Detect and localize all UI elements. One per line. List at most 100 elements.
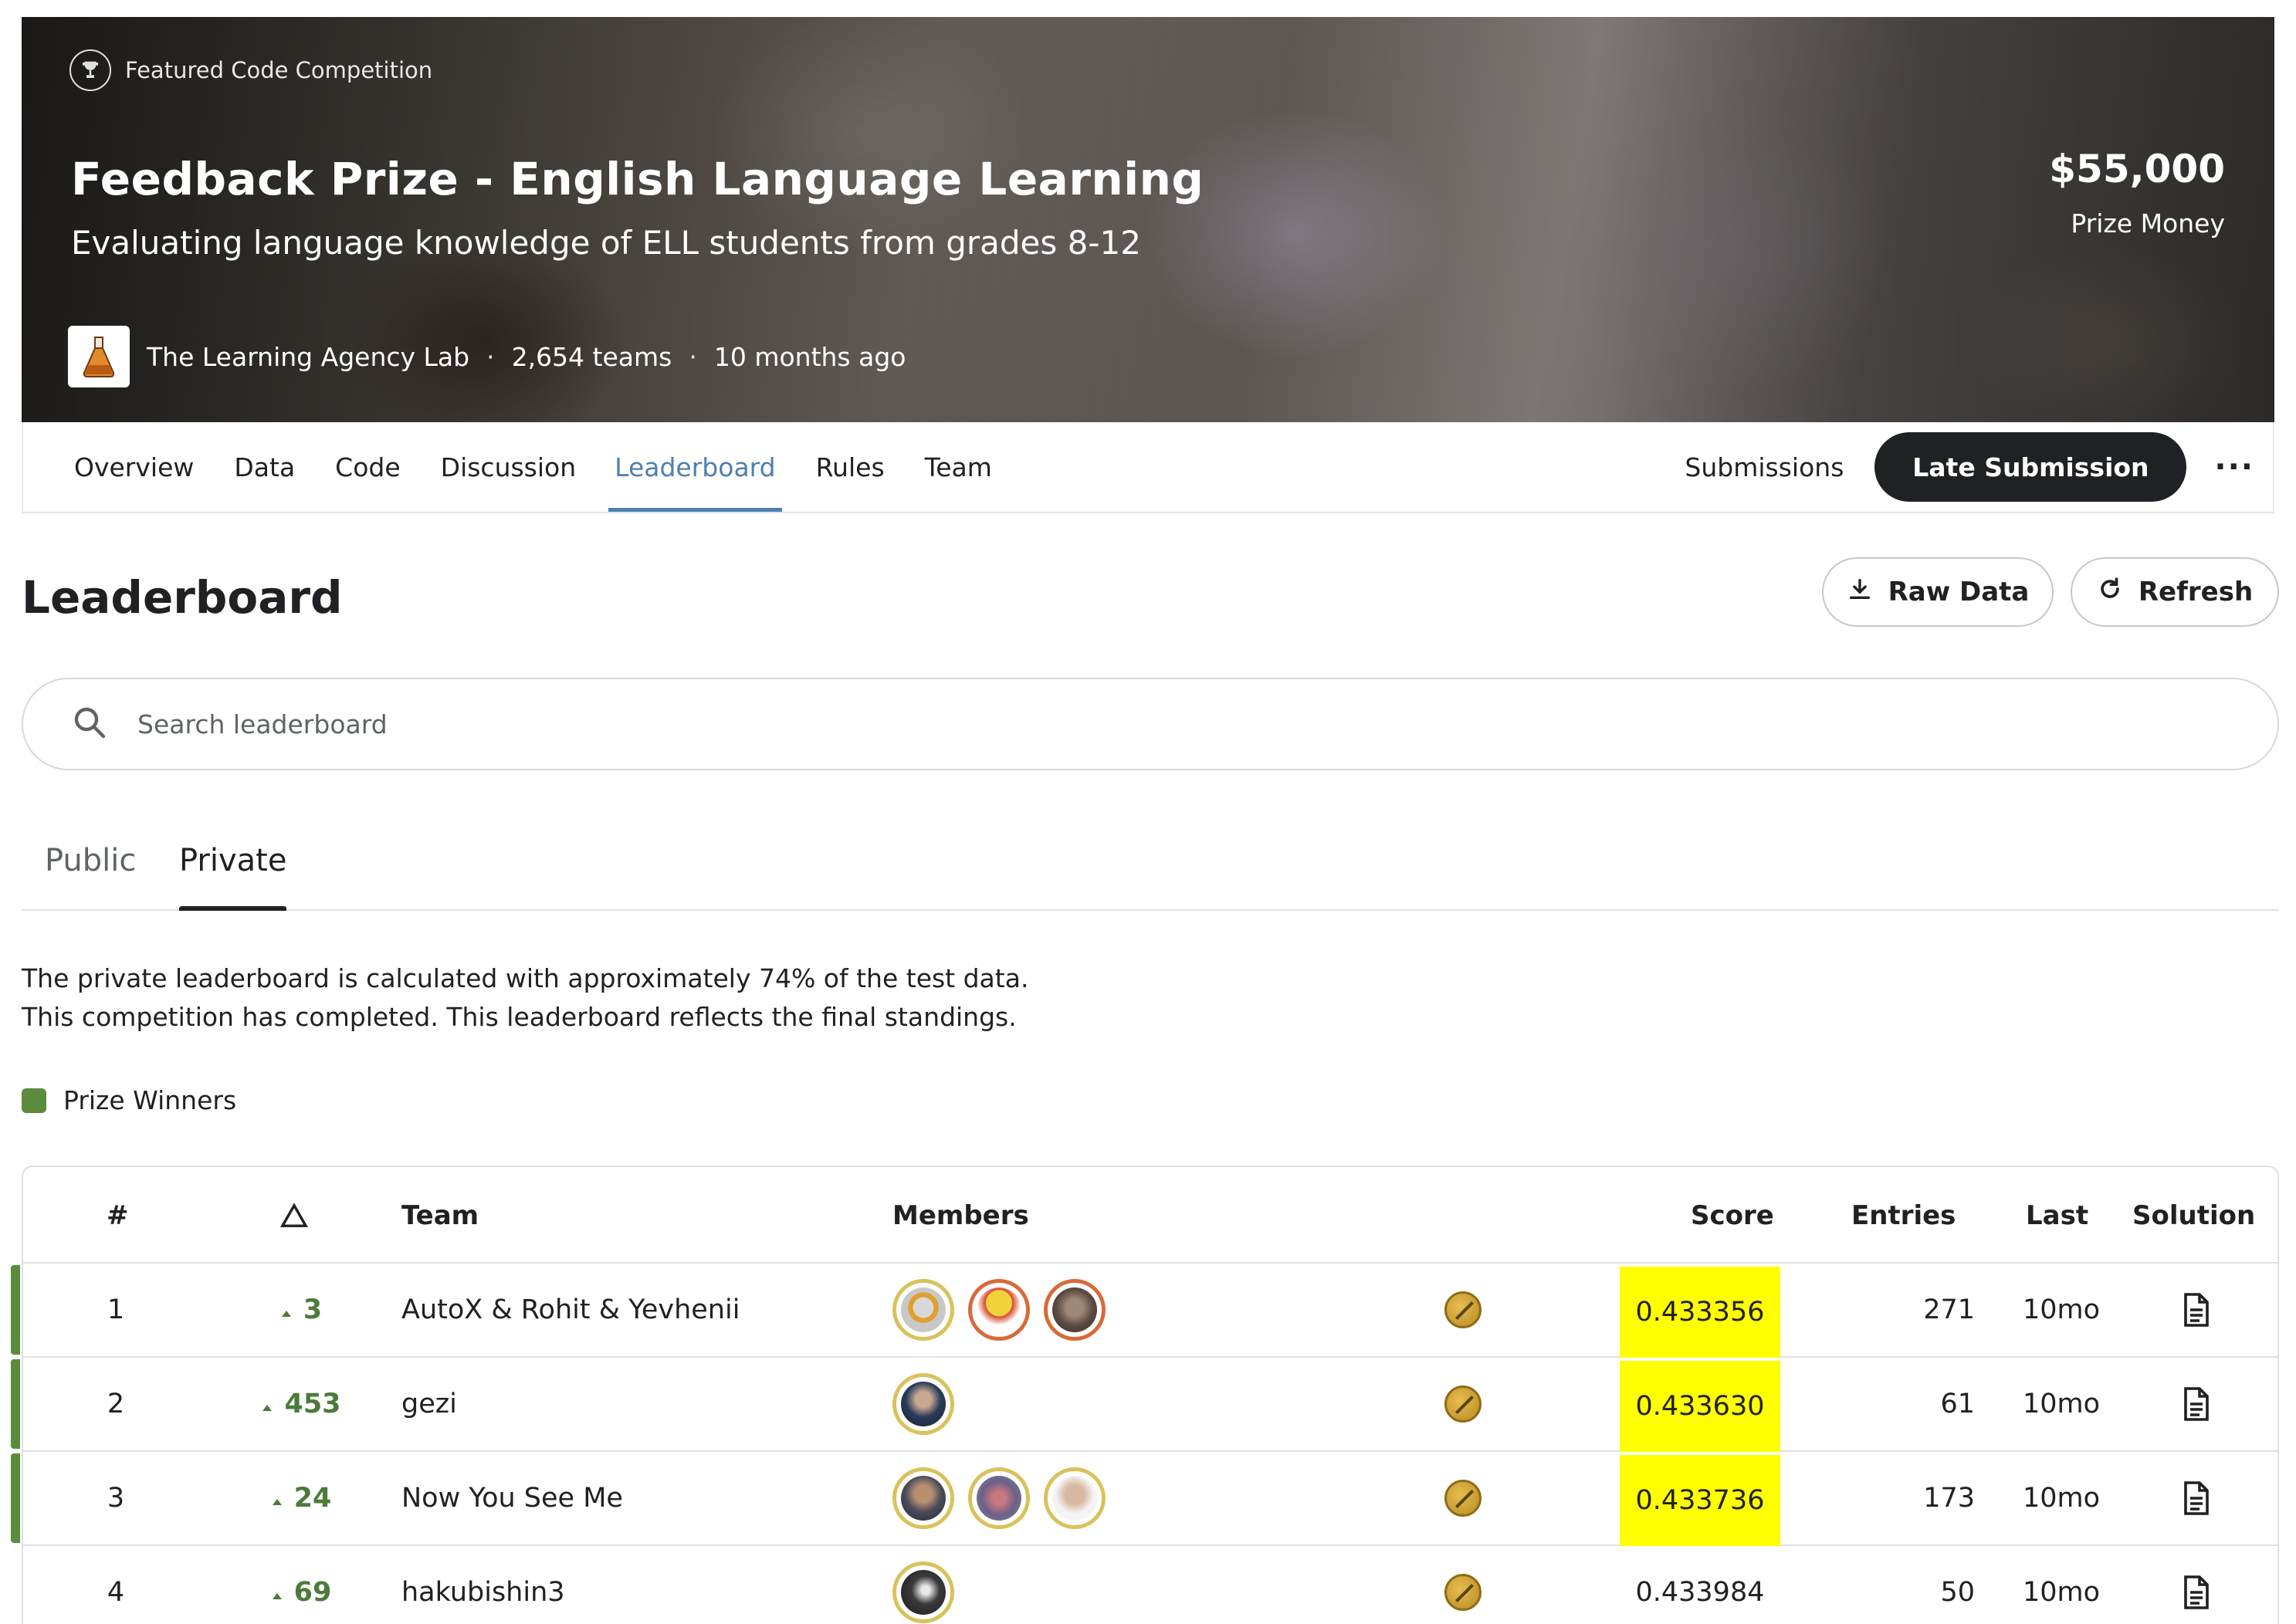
- member-avatar[interactable]: [1044, 1467, 1106, 1529]
- member-avatar[interactable]: [892, 1467, 954, 1529]
- raw-data-button[interactable]: Raw Data: [1822, 557, 2054, 627]
- prize-amount: $55,000: [2049, 147, 2225, 191]
- header-solution: Solution: [2132, 1199, 2256, 1231]
- arrow-up-icon: [271, 1577, 283, 1608]
- members-cell: [892, 1452, 1356, 1544]
- prize-block: $55,000 Prize Money: [2049, 147, 2225, 239]
- delta-cell: 24: [208, 1452, 394, 1544]
- member-avatar[interactable]: [892, 1561, 954, 1623]
- score-cell: 0.433736: [1620, 1455, 1780, 1546]
- info-line-1: The private leaderboard is calculated wi…: [22, 963, 1029, 993]
- score-cell: 0.433984: [1635, 1577, 1765, 1608]
- tab-public[interactable]: Public: [45, 843, 136, 909]
- team-name[interactable]: gezi: [401, 1358, 865, 1450]
- leaderboard-tabs: Public Private: [22, 834, 2279, 911]
- separator-dot: ·: [689, 341, 697, 372]
- search-bar[interactable]: Search leaderboard: [22, 678, 2279, 770]
- table-row[interactable]: 3 24 Now You See Me 0.433736 173 10mo: [11, 1452, 2277, 1546]
- nav-tabs: Overview Data Code Discussion Leaderboar…: [23, 422, 992, 512]
- tab-code[interactable]: Code: [335, 422, 400, 512]
- tab-private[interactable]: Private: [179, 843, 287, 911]
- delta-value: 453: [284, 1389, 341, 1419]
- header-members: Members: [892, 1199, 1029, 1231]
- team-name[interactable]: AutoX & Rohit & Yevhenii: [401, 1264, 865, 1356]
- header-rank[interactable]: #: [107, 1167, 129, 1264]
- arrow-up-icon: [280, 1294, 293, 1325]
- header-delta-icon[interactable]: [279, 1167, 309, 1264]
- last-cell: 10mo: [2022, 1483, 2101, 1514]
- competition-nav: Overview Data Code Discussion Leaderboar…: [22, 422, 2274, 513]
- header-entries[interactable]: Entries: [1851, 1167, 1956, 1264]
- header-team[interactable]: Team: [401, 1167, 479, 1264]
- score-cell: 0.433630: [1620, 1361, 1780, 1452]
- gold-medal-icon: [1428, 1452, 1498, 1544]
- member-avatar[interactable]: [1044, 1279, 1106, 1341]
- table-row[interactable]: 4 69 hakubishin3 0.433984 50 10mo: [23, 1546, 2277, 1624]
- rank-cell: 3: [107, 1483, 125, 1514]
- prize-winners-legend: Prize Winners: [22, 1085, 236, 1115]
- tab-data[interactable]: Data: [234, 422, 295, 512]
- refresh-label: Refresh: [2138, 577, 2254, 607]
- refresh-button[interactable]: Refresh: [2071, 557, 2279, 627]
- members-cell: [892, 1264, 1356, 1356]
- competition-title: Feedback Prize - English Language Learni…: [71, 153, 1204, 205]
- team-name[interactable]: Now You See Me: [401, 1452, 865, 1544]
- rank-cell: 1: [107, 1294, 125, 1325]
- member-avatar[interactable]: [892, 1279, 954, 1341]
- members-cell: [892, 1546, 1356, 1624]
- table-row[interactable]: 2 453 gezi 0.433630 61 10mo: [11, 1358, 2277, 1452]
- delta-value: 69: [293, 1577, 332, 1608]
- arrow-up-icon: [261, 1389, 273, 1419]
- host-name[interactable]: The Learning Agency Lab: [147, 342, 469, 372]
- last-cell: 10mo: [2022, 1294, 2101, 1325]
- member-avatar[interactable]: [892, 1373, 954, 1435]
- competition-type-badge: Featured Code Competition: [69, 49, 432, 91]
- tab-discussion[interactable]: Discussion: [441, 422, 577, 512]
- legend-swatch: [22, 1088, 46, 1113]
- nav-actions: Submissions Late Submission ···: [1685, 422, 2254, 512]
- gold-medal-icon: [1428, 1264, 1498, 1356]
- team-count: 2,654 teams: [511, 341, 672, 372]
- delta-value: 3: [303, 1294, 323, 1325]
- tab-team[interactable]: Team: [925, 422, 992, 512]
- badge-label: Featured Code Competition: [125, 57, 433, 83]
- header-last[interactable]: Last: [2026, 1167, 2088, 1264]
- table-row[interactable]: 1 3 AutoX & Rohit & Yevhenii 0.433356 27…: [11, 1264, 2277, 1358]
- header-score[interactable]: Score: [1691, 1167, 1774, 1264]
- tab-rules[interactable]: Rules: [816, 422, 885, 512]
- delta-value: 24: [293, 1483, 332, 1514]
- trophy-icon: [69, 49, 111, 91]
- score-cell: 0.433356: [1620, 1267, 1780, 1358]
- submissions-link[interactable]: Submissions: [1685, 452, 1844, 482]
- delta-cell: 3: [208, 1264, 394, 1356]
- host-logo[interactable]: [68, 326, 130, 387]
- time-ago: 10 months ago: [713, 341, 906, 372]
- more-options-icon[interactable]: ···: [2214, 449, 2254, 485]
- member-avatar[interactable]: [968, 1467, 1030, 1529]
- late-submission-button[interactable]: Late Submission: [1874, 432, 2187, 502]
- leaderboard-table: # Team Members Score Entries Last Soluti…: [11, 1166, 2279, 1624]
- download-icon: [1847, 576, 1873, 609]
- entries-cell: 50: [1940, 1577, 1975, 1608]
- delta-cell: 69: [208, 1546, 394, 1624]
- refresh-icon: [2097, 576, 2123, 609]
- tab-leaderboard[interactable]: Leaderboard: [608, 422, 783, 512]
- last-cell: 10mo: [2022, 1577, 2101, 1608]
- table-header: # Team Members Score Entries Last Soluti…: [23, 1167, 2277, 1264]
- rank-cell: 4: [107, 1577, 125, 1608]
- solution-document-icon[interactable]: [2146, 1358, 2247, 1450]
- tab-overview[interactable]: Overview: [74, 422, 194, 512]
- solution-document-icon[interactable]: [2146, 1452, 2247, 1544]
- competition-hero: Featured Code Competition Feedback Prize…: [22, 17, 2274, 422]
- last-cell: 10mo: [2022, 1389, 2101, 1419]
- search-input[interactable]: Search leaderboard: [137, 709, 388, 739]
- legend-label: Prize Winners: [63, 1085, 237, 1115]
- member-avatar[interactable]: [968, 1279, 1030, 1341]
- raw-data-label: Raw Data: [1888, 577, 2030, 607]
- arrow-up-icon: [271, 1483, 283, 1514]
- entries-cell: 173: [1923, 1483, 1975, 1514]
- solution-document-icon[interactable]: [2146, 1546, 2247, 1624]
- team-name[interactable]: hakubishin3: [401, 1546, 865, 1624]
- search-icon: [71, 704, 108, 744]
- solution-document-icon[interactable]: [2146, 1264, 2247, 1356]
